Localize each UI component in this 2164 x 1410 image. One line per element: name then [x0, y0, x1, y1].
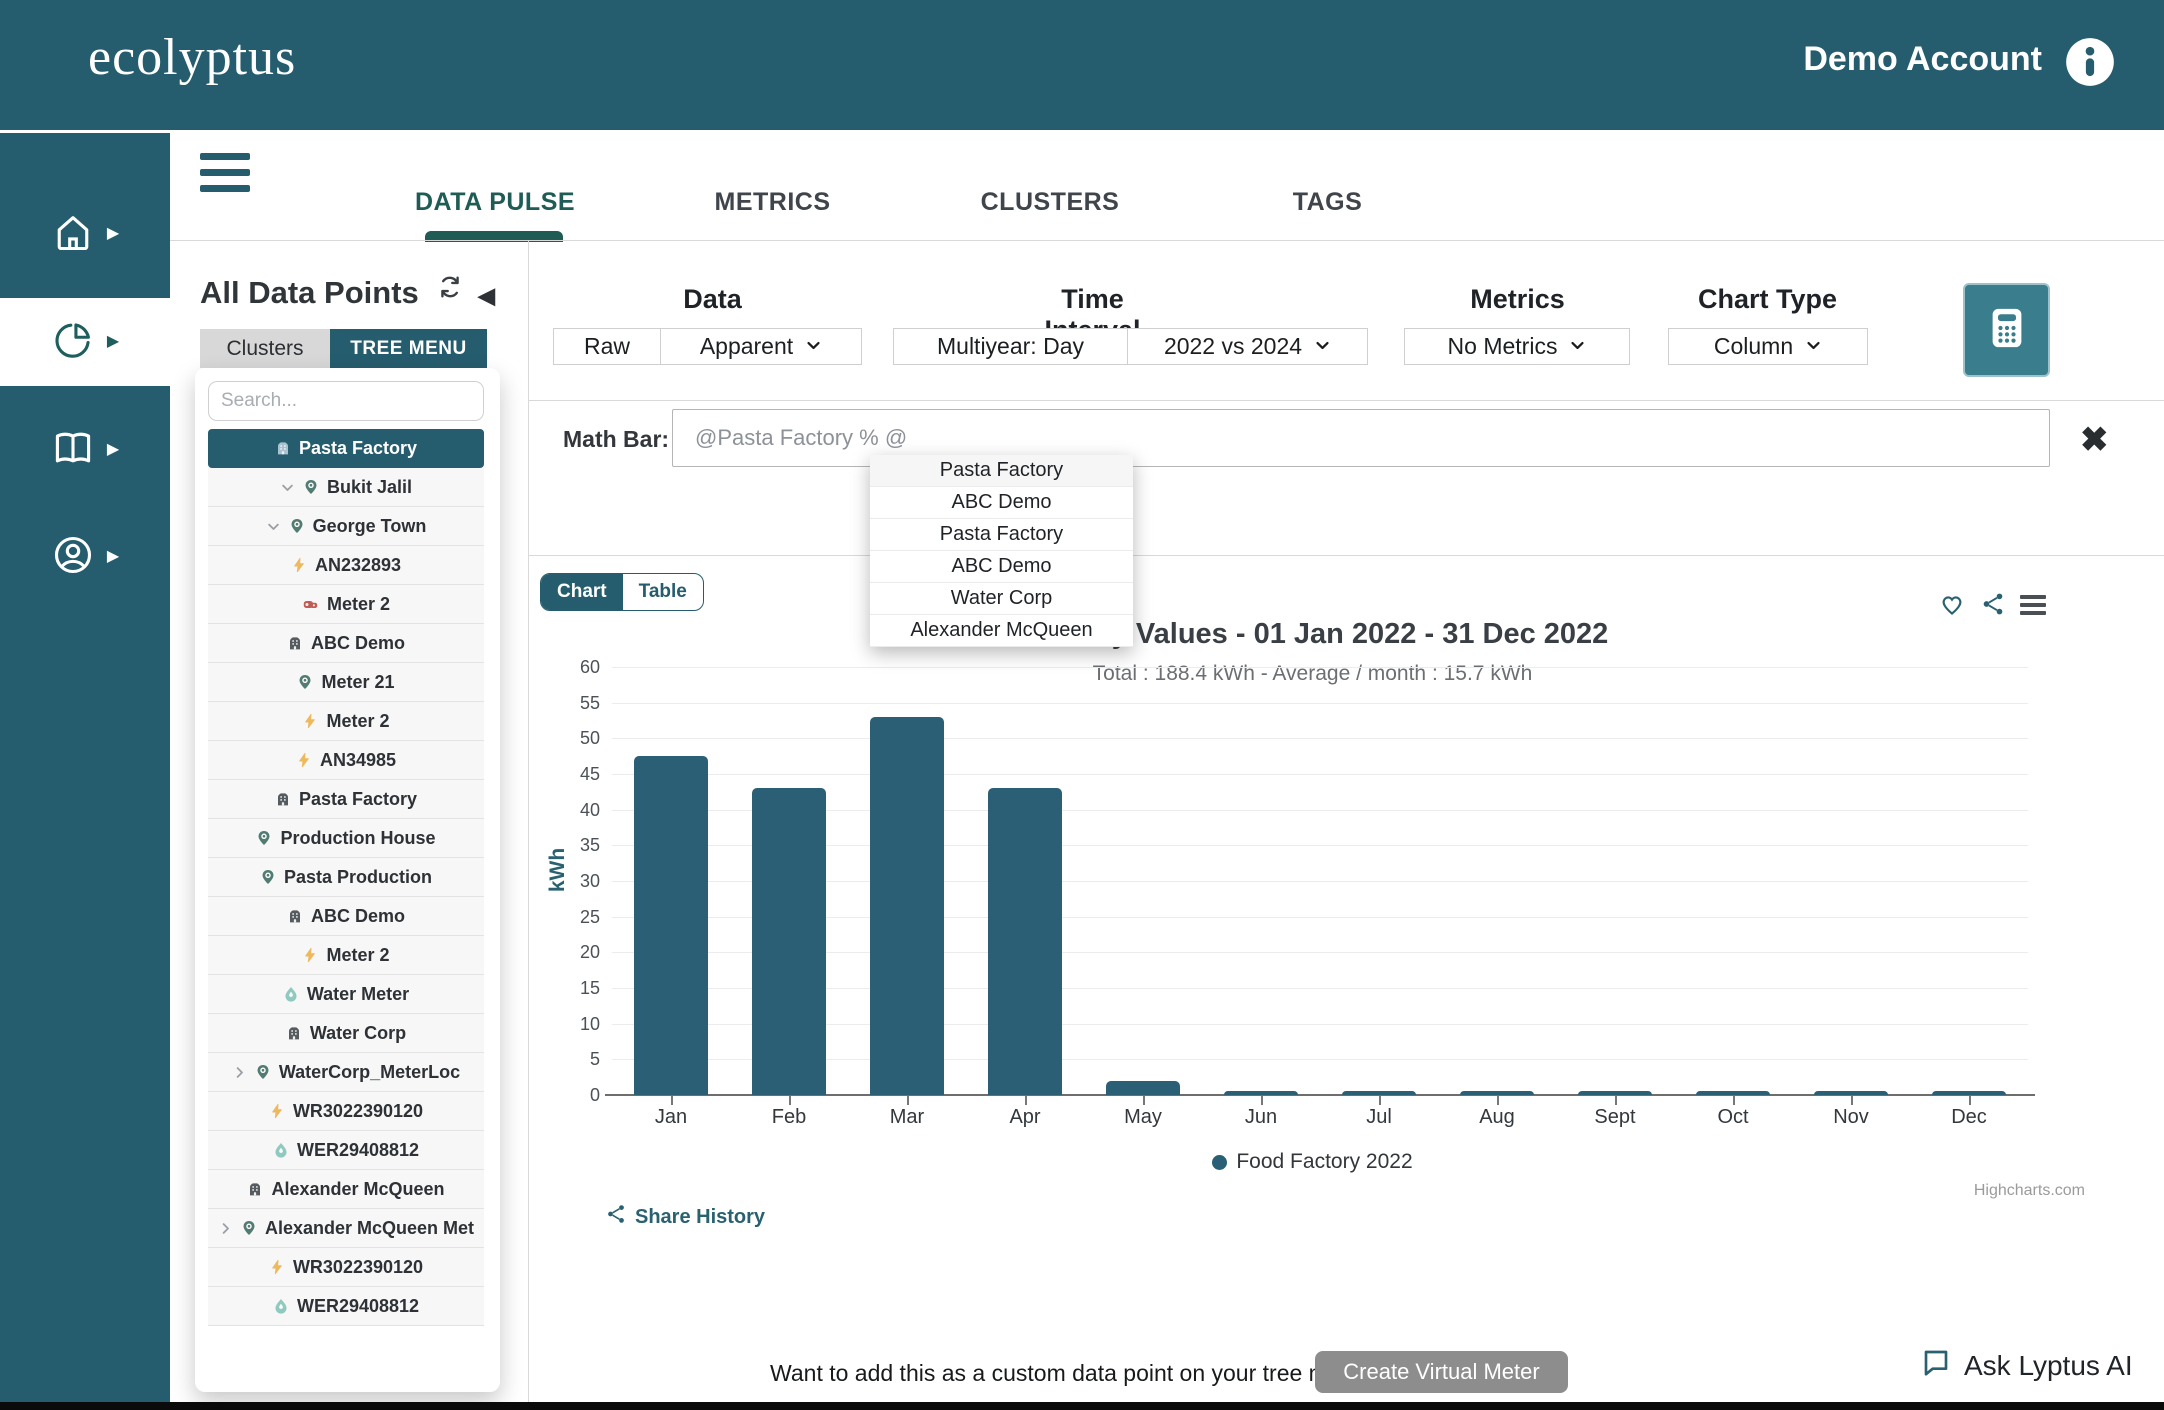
math-suggestion-item[interactable]: ABC Demo	[870, 551, 1133, 583]
x-axis-label: Jan	[626, 1106, 716, 1129]
chat-icon	[1920, 1346, 1952, 1385]
bar[interactable]	[1932, 1091, 2006, 1095]
x-axis-tick	[1969, 1096, 1971, 1105]
x-axis-label: Apr	[980, 1106, 1070, 1129]
x-axis-tick	[671, 1096, 673, 1105]
y-axis-label: 55	[556, 693, 600, 714]
legend-label: Food Factory 2022	[1236, 1150, 1412, 1174]
x-axis-tick	[1379, 1096, 1381, 1105]
virtual-meter-prompt: Want to add this as a custom data point …	[770, 1360, 1379, 1387]
x-axis-label: Jun	[1216, 1106, 1306, 1129]
x-axis-tick	[1851, 1096, 1853, 1105]
x-axis-label: Sept	[1570, 1106, 1660, 1129]
math-suggestion-item[interactable]: Alexander McQueen	[870, 615, 1133, 647]
x-axis-tick	[1615, 1096, 1617, 1105]
math-suggestion-item[interactable]: Water Corp	[870, 583, 1133, 615]
bar[interactable]	[1578, 1091, 1652, 1095]
gridline	[612, 774, 2028, 775]
math-suggestion-item[interactable]: Pasta Factory	[870, 455, 1133, 487]
gridline	[612, 667, 2028, 668]
y-axis-label: 0	[556, 1085, 600, 1106]
bar[interactable]	[1342, 1091, 1416, 1095]
y-axis-label: 45	[556, 764, 600, 785]
x-axis-tick	[1261, 1096, 1263, 1105]
screen-bottom-edge	[0, 1402, 2164, 1410]
y-axis-label: 5	[556, 1049, 600, 1070]
y-axis-label: 60	[556, 657, 600, 678]
x-axis-tick	[1497, 1096, 1499, 1105]
math-suggestion-item[interactable]: Pasta Factory	[870, 519, 1133, 551]
highcharts-credit[interactable]: Highcharts.com	[1905, 1182, 2085, 1200]
ask-lyptus-ai-button[interactable]: Ask Lyptus AI	[1920, 1346, 2133, 1385]
bar[interactable]	[988, 788, 1062, 1095]
bar[interactable]	[1814, 1091, 1888, 1095]
bar[interactable]	[1106, 1081, 1180, 1095]
share-history-link[interactable]: Share History	[605, 1203, 765, 1231]
y-axis-label: 15	[556, 978, 600, 999]
bar[interactable]	[1696, 1091, 1770, 1095]
y-axis-title: kWh	[546, 848, 570, 892]
chart-plot-area: 051015202530354045505560JanFebMarAprMayJ…	[0, 0, 2164, 1410]
x-axis-tick	[1733, 1096, 1735, 1105]
share-icon	[605, 1203, 627, 1231]
bar[interactable]	[1460, 1091, 1534, 1095]
x-axis-label: Jul	[1334, 1106, 1424, 1129]
x-axis-label: Mar	[862, 1106, 952, 1129]
bar[interactable]	[752, 788, 826, 1095]
chart-legend[interactable]: Food Factory 2022	[540, 1150, 2085, 1174]
y-axis-label: 50	[556, 728, 600, 749]
create-virtual-meter-button[interactable]: Create Virtual Meter	[1315, 1351, 1568, 1393]
x-axis-label: Oct	[1688, 1106, 1778, 1129]
y-axis-label: 40	[556, 800, 600, 821]
y-axis-label: 20	[556, 942, 600, 963]
gridline	[612, 738, 2028, 739]
x-axis-label: Nov	[1806, 1106, 1896, 1129]
x-axis-label: Dec	[1924, 1106, 2014, 1129]
bar[interactable]	[1224, 1091, 1298, 1095]
math-suggestion-item[interactable]: ABC Demo	[870, 487, 1133, 519]
x-axis-tick	[1025, 1096, 1027, 1105]
y-axis-label: 25	[556, 907, 600, 928]
y-axis-label: 10	[556, 1014, 600, 1035]
math-bar-suggestions: Pasta FactoryABC DemoPasta FactoryABC De…	[870, 455, 1133, 647]
x-axis-tick	[1143, 1096, 1145, 1105]
legend-marker	[1212, 1155, 1227, 1170]
x-axis-label: May	[1098, 1106, 1188, 1129]
bar[interactable]	[870, 717, 944, 1095]
x-axis-label: Feb	[744, 1106, 834, 1129]
x-axis-tick	[789, 1096, 791, 1105]
app-window: ecolyptus Demo Account ▶ ▶ ▶ ▶ DATA PULS…	[0, 0, 2164, 1410]
x-axis-tick	[907, 1096, 909, 1105]
x-axis-label: Aug	[1452, 1106, 1542, 1129]
bar[interactable]	[634, 756, 708, 1095]
gridline	[612, 703, 2028, 704]
